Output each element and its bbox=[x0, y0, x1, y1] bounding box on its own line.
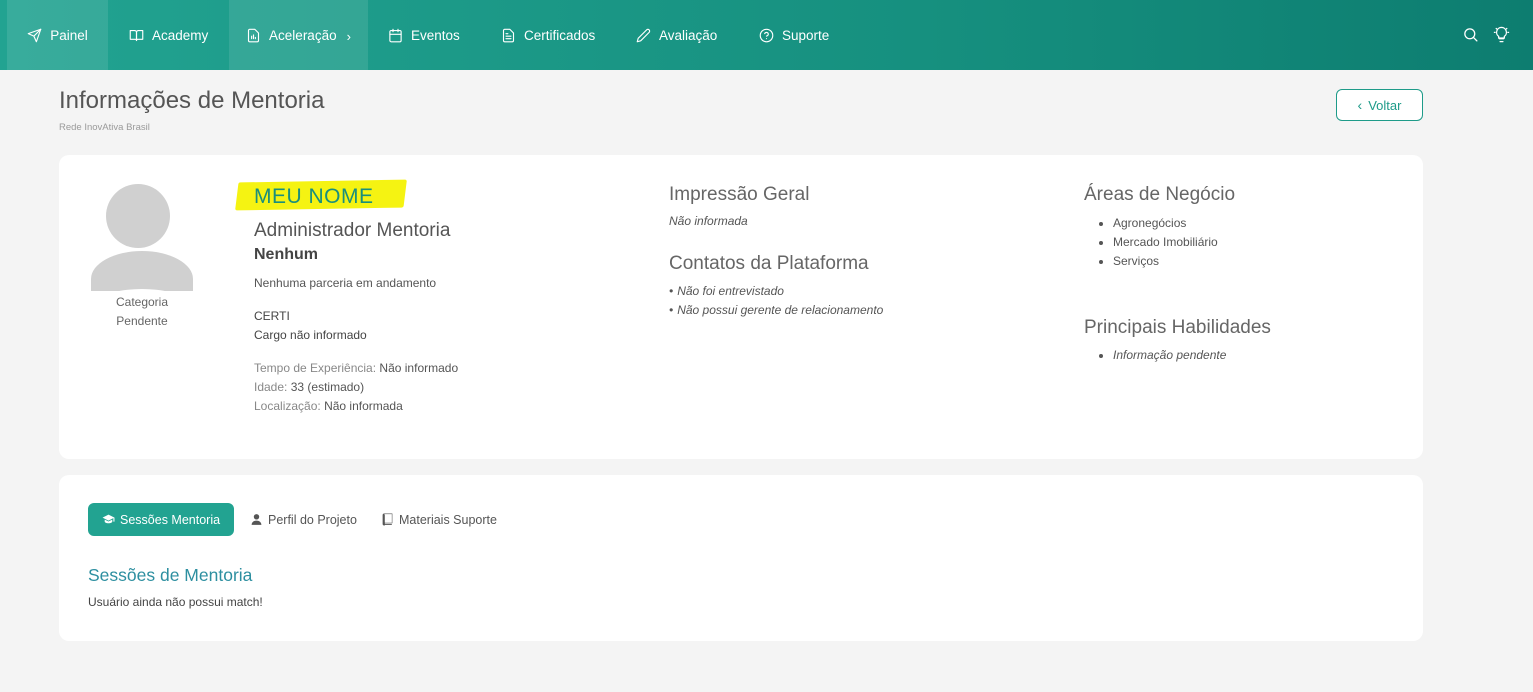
help-circle-icon bbox=[759, 28, 774, 42]
tabs-card: Sessões Mentoria Perfil do Projeto Mater… bbox=[59, 475, 1423, 641]
send-icon bbox=[27, 28, 42, 42]
page-title: Informações de Mentoria bbox=[59, 87, 325, 114]
nav-item-label: Aceleração bbox=[269, 27, 337, 43]
calendar-icon bbox=[389, 28, 402, 42]
tab-perfil-projeto[interactable]: Perfil do Projeto bbox=[250, 503, 357, 536]
location-value: Não informada bbox=[324, 399, 403, 413]
avatar bbox=[89, 183, 195, 291]
back-button-label: Voltar bbox=[1368, 97, 1402, 113]
profile-card: Categoria Pendente MEU NOME Administrado… bbox=[59, 155, 1423, 459]
contatos-list: Não foi entrevistado Não possui gerente … bbox=[669, 282, 883, 320]
list-item: Serviços bbox=[1113, 252, 1218, 271]
tab-label: Perfil do Projeto bbox=[268, 512, 357, 527]
list-item: Mercado Imobiliário bbox=[1113, 233, 1218, 252]
category-label: Categoria bbox=[115, 295, 169, 309]
page-subtitle: Rede InovAtiva Brasil bbox=[59, 122, 150, 133]
chevron-right-icon: › bbox=[346, 28, 351, 44]
habilidades-list: Informação pendente bbox=[1084, 346, 1226, 365]
list-item: Não foi entrevistado bbox=[669, 282, 883, 301]
back-button[interactable]: ‹ Voltar bbox=[1336, 89, 1423, 121]
impressao-value: Não informada bbox=[669, 214, 748, 228]
experience-value: Não informado bbox=[379, 361, 459, 375]
nav-item-label: Eventos bbox=[411, 27, 460, 43]
book-icon bbox=[382, 513, 393, 526]
experience-row: Tempo de Experiência: Não informado bbox=[254, 361, 458, 375]
nav-item-label: Avaliação bbox=[659, 27, 718, 43]
tab-label: Materiais Suporte bbox=[399, 512, 497, 527]
user-icon bbox=[251, 514, 262, 525]
age-label: Idade: bbox=[254, 380, 288, 394]
tab-label: Sessões Mentoria bbox=[120, 512, 221, 527]
nav-item-label: Painel bbox=[50, 27, 88, 43]
top-navbar: Painel Academy Aceleração › Eventos Cert… bbox=[0, 0, 1533, 70]
nav-item-eventos[interactable]: Eventos bbox=[388, 0, 460, 70]
location-label: Localização: bbox=[254, 399, 321, 413]
sessions-empty-text: Usuário ainda não possui match! bbox=[88, 595, 263, 609]
category-value: Pendente bbox=[116, 314, 168, 328]
experience-label: Tempo de Experiência: bbox=[254, 361, 377, 375]
tab-materiais-suporte[interactable]: Materiais Suporte bbox=[381, 503, 497, 536]
pencil-icon bbox=[636, 28, 651, 42]
impressao-title: Impressão Geral bbox=[669, 184, 810, 205]
nav-item-suporte[interactable]: Suporte bbox=[759, 0, 829, 70]
mentor-position: Cargo não informado bbox=[254, 328, 367, 342]
habilidades-title: Principais Habilidades bbox=[1084, 317, 1271, 338]
document-icon bbox=[502, 28, 515, 42]
sessions-title: Sessões de Mentoria bbox=[88, 565, 253, 585]
list-item: Informação pendente bbox=[1113, 346, 1226, 365]
category-status: Categoria Pendente bbox=[89, 293, 195, 331]
nav-item-label: Suporte bbox=[782, 27, 830, 43]
graduation-cap-icon bbox=[102, 514, 115, 524]
search-button[interactable] bbox=[1462, 26, 1480, 44]
mentor-name: MEU NOME bbox=[254, 185, 374, 208]
mentor-institution: Nenhum bbox=[254, 246, 318, 263]
age-row: Idade: 33 (estimado) bbox=[254, 380, 364, 394]
chart-file-icon bbox=[247, 28, 260, 42]
nav-item-avaliacao[interactable]: Avaliação bbox=[636, 0, 717, 70]
areas-title: Áreas de Negócio bbox=[1084, 184, 1236, 205]
list-item: Não possui gerente de relacionamento bbox=[669, 301, 883, 320]
nav-item-aceleracao[interactable]: Aceleração › bbox=[229, 0, 368, 70]
book-icon bbox=[129, 29, 144, 41]
mentor-role: Administrador Mentoria bbox=[254, 220, 451, 241]
contatos-title: Contatos da Plataforma bbox=[669, 253, 869, 274]
tab-sessoes-mentoria[interactable]: Sessões Mentoria bbox=[88, 503, 235, 536]
nav-item-painel[interactable]: Painel bbox=[7, 0, 108, 70]
age-value: 33 (estimado) bbox=[290, 380, 365, 394]
search-icon bbox=[1464, 28, 1478, 42]
theme-button[interactable] bbox=[1493, 26, 1511, 44]
nav-item-academy[interactable]: Academy bbox=[129, 0, 208, 70]
nav-item-label: Certificados bbox=[524, 27, 596, 43]
chevron-left-icon: ‹ bbox=[1357, 97, 1363, 113]
partnership-status: Nenhuma parceria em andamento bbox=[254, 276, 437, 290]
location-row: Localização: Não informada bbox=[254, 399, 403, 413]
areas-list: Agronegócios Mercado Imobiliário Serviço… bbox=[1084, 214, 1218, 271]
list-item: Agronegócios bbox=[1113, 214, 1218, 233]
lightbulb-icon bbox=[1493, 26, 1510, 43]
nav-item-label: Academy bbox=[152, 27, 209, 43]
nav-item-certificados[interactable]: Certificados bbox=[501, 0, 595, 70]
mentor-organization: CERTI bbox=[254, 309, 290, 323]
